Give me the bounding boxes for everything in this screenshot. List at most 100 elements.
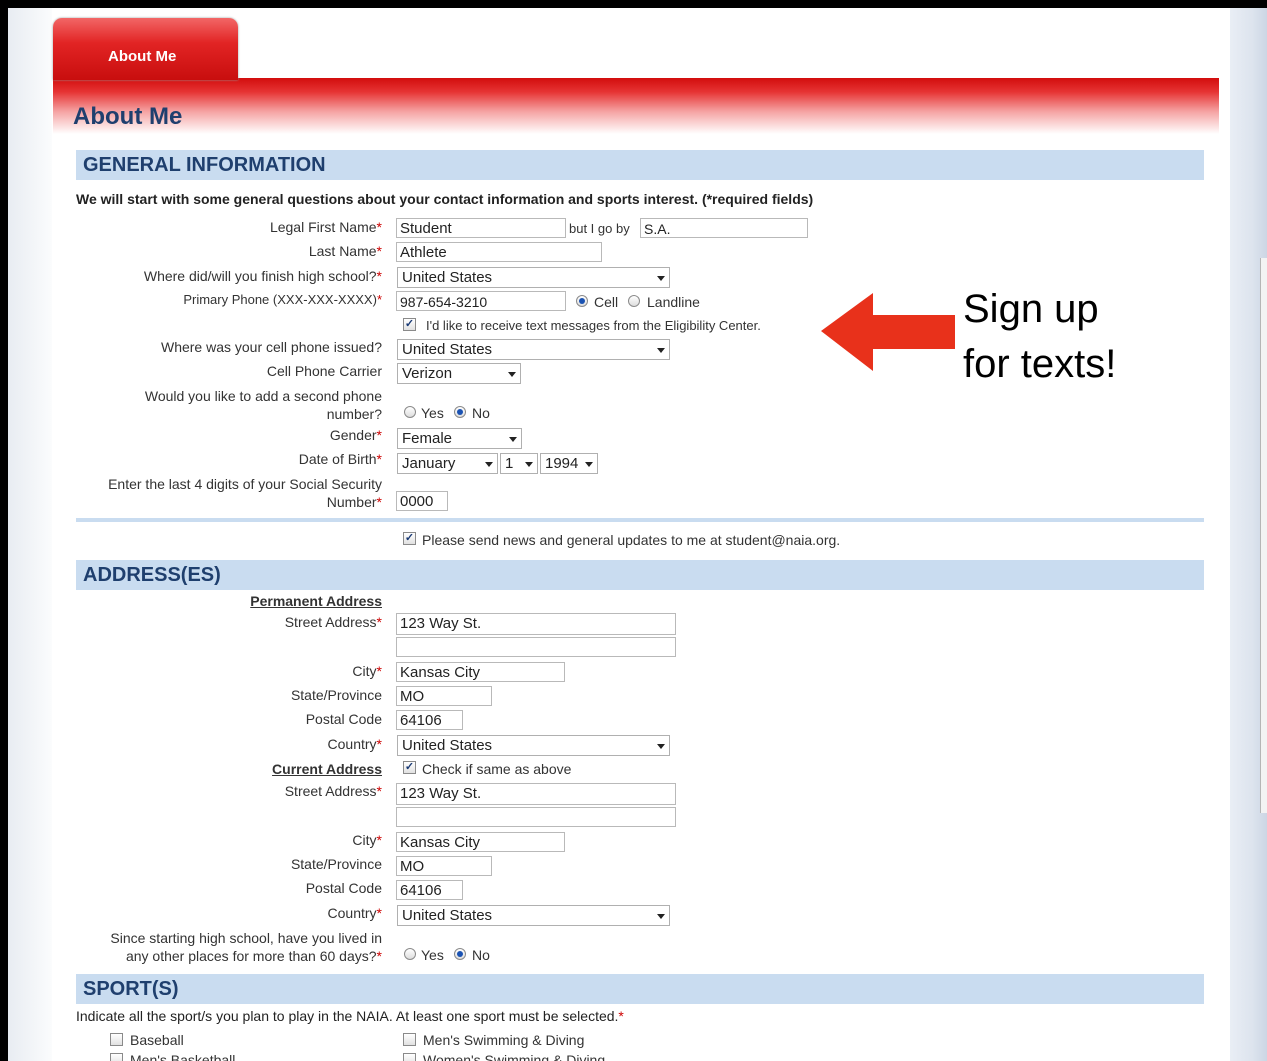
dob-month-select[interactable]: January [397, 453, 498, 474]
second-phone-label: Would you like to add a second phone numb… [144, 388, 382, 422]
scrollbar[interactable] [1260, 258, 1267, 813]
sport-checkbox[interactable] [110, 1033, 123, 1046]
sport-label: Men's Swimming & Diving [423, 1032, 585, 1048]
tab-about-me[interactable]: About Me [53, 18, 238, 80]
chevron-down-icon [509, 437, 517, 442]
second-phone-no-radio[interactable] [454, 406, 466, 418]
page-frame: About Me About Me GENERAL INFORMATION We… [8, 8, 1267, 1061]
cell-radio[interactable] [576, 295, 588, 307]
hs-country-label: Where did/will you finish high school?* [143, 268, 382, 284]
city-input[interactable]: Kansas City [396, 662, 565, 682]
chevron-down-icon [485, 462, 493, 467]
text-opt-in-label: I'd like to receive text messages from t… [426, 318, 761, 333]
lived-no-radio[interactable] [454, 948, 466, 960]
sport-label: Baseball [130, 1032, 184, 1048]
section-title: ADDRESS(ES) [83, 564, 221, 586]
country-label: Country* [327, 736, 382, 752]
current-address-heading: Current Address [272, 761, 382, 777]
chevron-down-icon [657, 744, 665, 749]
chevron-down-icon [585, 462, 593, 467]
header-band [53, 78, 1219, 134]
landline-radio[interactable] [628, 295, 640, 307]
lived-yes-label: Yes [421, 947, 444, 963]
street-label: Street Address* [284, 614, 382, 630]
page-title: About Me [73, 103, 183, 130]
carrier-select[interactable]: Verizon [397, 363, 521, 384]
ssn-label: Enter the last 4 digits of your Social S… [108, 476, 382, 510]
left-background [8, 8, 52, 1061]
sport-checkbox[interactable] [403, 1033, 416, 1046]
tab-label: About Me [108, 48, 177, 65]
street-input[interactable]: 123 Way St. [396, 613, 676, 635]
last-name-input[interactable]: Athlete [396, 242, 602, 262]
city-label: City* [352, 663, 382, 679]
chevron-down-icon [657, 276, 665, 281]
intro-text: We will start with some general question… [76, 191, 814, 207]
sport-checkbox[interactable] [403, 1053, 416, 1061]
yes-label: Yes [421, 405, 444, 421]
same-address-label: Check if same as above [422, 761, 572, 777]
current-street-input[interactable]: 123 Way St. [396, 783, 676, 805]
postal-label: Postal Code [305, 711, 382, 727]
news-label: Please send news and general updates to … [422, 532, 841, 548]
phone-label: Primary Phone (XXX-XXX-XXXX)* [183, 292, 382, 307]
current-postal-input[interactable]: 64106 [396, 880, 463, 900]
cell-issued-label: Where was your cell phone issued? [160, 339, 382, 355]
carrier-label: Cell Phone Carrier [266, 363, 382, 379]
current-street-label: Street Address* [284, 783, 382, 799]
current-country-select[interactable]: United States [397, 905, 670, 926]
current-state-input[interactable]: MO [396, 856, 492, 876]
callout-line-1: Sign up [963, 287, 1099, 331]
current-street-line2-input[interactable] [396, 807, 676, 827]
hs-country-select[interactable]: United States [397, 267, 670, 288]
state-input[interactable]: MO [396, 686, 492, 706]
text-opt-in-checkbox[interactable] [403, 318, 416, 331]
street-line2-input[interactable] [396, 637, 676, 657]
current-state-label: State/Province [290, 856, 382, 872]
section-sports: SPORT(S) [76, 974, 1204, 1004]
first-name-input[interactable]: Student [396, 218, 566, 238]
gender-label: Gender* [329, 427, 382, 443]
ssn-input[interactable]: 0000 [396, 491, 448, 511]
cell-label: Cell [594, 294, 619, 310]
nickname-input[interactable]: S.A. [640, 218, 808, 238]
dob-label: Date of Birth* [298, 451, 382, 467]
gender-select[interactable]: Female [397, 428, 522, 449]
lived-yes-radio[interactable] [404, 948, 416, 960]
dob-year-select[interactable]: 1994 [540, 453, 598, 474]
current-postal-label: Postal Code [305, 880, 382, 896]
go-by-label: but I go by [569, 221, 630, 236]
sport-label: Men's Basketball [130, 1052, 236, 1061]
same-address-checkbox[interactable] [403, 761, 416, 774]
cell-issued-select[interactable]: United States [397, 339, 670, 360]
lived-elsewhere-label: Since starting high school, have you liv… [110, 930, 382, 964]
current-city-input[interactable]: Kansas City [396, 832, 565, 852]
section-general-information: GENERAL INFORMATION [76, 150, 1204, 180]
current-country-label: Country* [327, 905, 382, 921]
callout-text: Sign up for texts! [963, 282, 1116, 392]
first-name-label: Legal First Name* [269, 219, 382, 235]
news-checkbox[interactable] [403, 532, 416, 545]
section-title: GENERAL INFORMATION [83, 154, 326, 176]
callout-line-2: for texts! [963, 342, 1117, 386]
dob-day-select[interactable]: 1 [500, 453, 538, 474]
current-city-label: City* [352, 832, 382, 848]
chevron-down-icon [657, 348, 665, 353]
chevron-down-icon [508, 372, 516, 377]
landline-label: Landline [647, 294, 700, 310]
state-label: State/Province [290, 687, 382, 703]
lived-no-label: No [472, 947, 490, 963]
chevron-down-icon [525, 462, 533, 467]
sport-label: Women's Swimming & Diving [423, 1052, 606, 1061]
phone-input[interactable]: 987-654-3210 [396, 291, 566, 311]
country-select[interactable]: United States [397, 735, 670, 756]
sport-checkbox[interactable] [110, 1053, 123, 1061]
callout-arrow-icon [821, 293, 955, 371]
no-label: No [472, 405, 490, 421]
last-name-label: Last Name* [308, 243, 382, 259]
chevron-down-icon [657, 914, 665, 919]
permanent-address-heading: Permanent Address [250, 593, 382, 609]
second-phone-yes-radio[interactable] [404, 406, 416, 418]
postal-input[interactable]: 64106 [396, 710, 463, 730]
sport-intro: Indicate all the sport/s you plan to pla… [76, 1008, 624, 1024]
